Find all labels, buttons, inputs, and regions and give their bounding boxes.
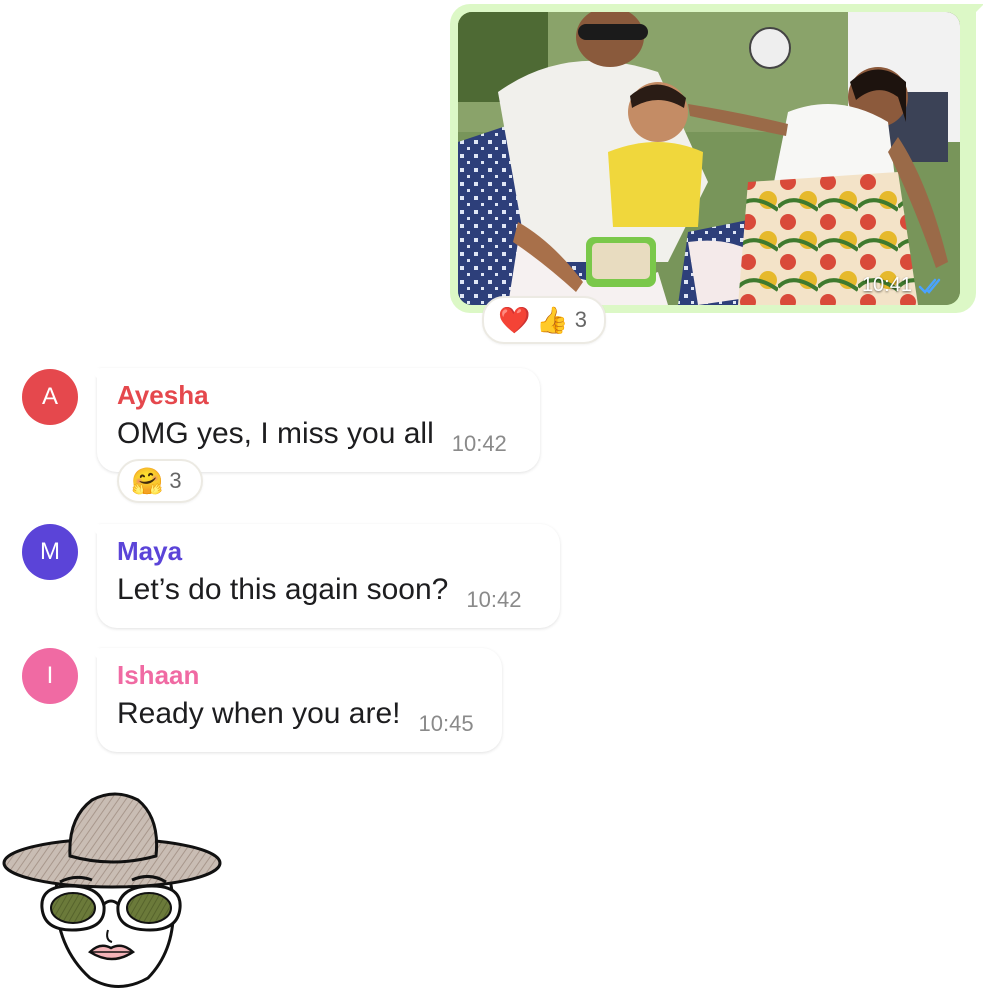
- shared-photo[interactable]: 10:41: [458, 12, 960, 305]
- avatar-initial: A: [41, 383, 58, 410]
- photo-meta: 10:41: [862, 274, 946, 297]
- avatar-maya[interactable]: M: [22, 524, 78, 580]
- sender-name: Maya: [117, 536, 183, 566]
- avatar-ayesha[interactable]: A: [22, 369, 78, 425]
- avatar-initial: I: [46, 662, 54, 689]
- double-check-icon: [918, 278, 941, 294]
- sender-name: Ishaan: [117, 660, 200, 690]
- avatar-initial: M: [40, 538, 60, 565]
- message-time: 10:42: [451, 431, 507, 456]
- woman-hat-sunglasses-sticker[interactable]: [0, 790, 230, 995]
- reaction-count: 3: [169, 468, 182, 493]
- hugging-face-reaction-icon: 🤗: [131, 466, 164, 496]
- outgoing-photo-message[interactable]: 10:41: [450, 4, 983, 313]
- message-bubble[interactable]: Ishaan Ready when you are! 10:45: [87, 648, 502, 752]
- message-bubble[interactable]: Ayesha OMG yes, I miss you all 10:42: [87, 368, 540, 472]
- message-text: Ready when you are!: [117, 697, 401, 730]
- message-text: Let’s do this again soon?: [117, 573, 449, 606]
- reaction-count: 3: [574, 307, 587, 332]
- photo-reactions[interactable]: ❤️ 👍 3: [482, 296, 606, 344]
- message-reactions[interactable]: 🤗 3: [117, 459, 203, 503]
- message-text: OMG yes, I miss you all: [117, 417, 434, 450]
- thumbs-up-reaction-icon: 👍: [536, 305, 569, 335]
- sender-name: Ayesha: [117, 380, 209, 410]
- message-time: 10:42: [466, 587, 522, 612]
- message-time: 10:45: [418, 711, 474, 736]
- heart-reaction-icon: ❤️: [498, 305, 531, 335]
- message-bubble[interactable]: Maya Let’s do this again soon? 10:42: [87, 524, 560, 628]
- avatar-ishaan[interactable]: I: [22, 648, 78, 704]
- message-time: 10:41: [861, 274, 912, 296]
